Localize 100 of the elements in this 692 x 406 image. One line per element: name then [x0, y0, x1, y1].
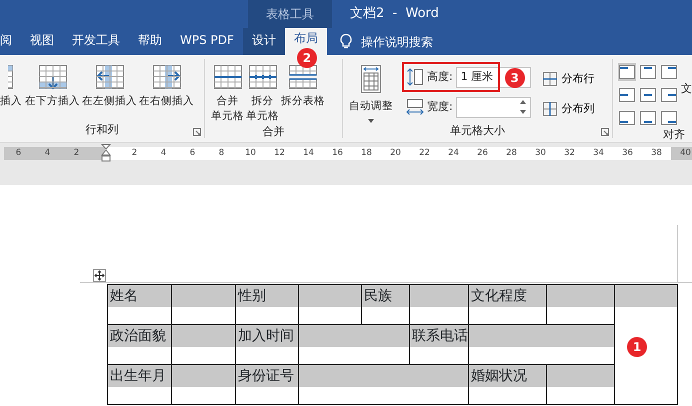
ruler-number: 2	[72, 147, 80, 160]
window-title: 文档2 - Word	[350, 5, 439, 24]
group-label: 合并	[262, 124, 286, 140]
align-icon	[619, 111, 635, 125]
lightbulb-icon[interactable]	[338, 33, 353, 49]
align-icon	[640, 88, 656, 102]
align-icon	[640, 111, 656, 125]
table-cell: 联系电话	[410, 325, 469, 365]
group-label: 单元格大小	[449, 123, 506, 139]
callout-badge: 1	[627, 337, 647, 357]
ruler-number: 10	[244, 147, 257, 160]
ruler-number: 30	[534, 147, 547, 160]
align-button[interactable]	[639, 63, 657, 81]
context-label: 表格工具	[248, 0, 332, 28]
ruler-number: 16	[331, 147, 344, 160]
ruler-number: 32	[563, 147, 576, 160]
dialog-launcher-icon[interactable]	[193, 128, 201, 136]
dialog-launcher-icon[interactable]	[601, 128, 609, 136]
ruler-number: 4	[44, 147, 52, 160]
align-button[interactable]	[660, 63, 678, 81]
callout-badge: 2	[296, 48, 317, 68]
split-cells-icon	[248, 64, 278, 90]
ruler-number: 24	[447, 147, 460, 160]
ribbon-button[interactable]: 插入	[0, 61, 24, 122]
group-label: 行和列	[84, 122, 120, 138]
table-cell: 婚姻状况	[469, 365, 547, 405]
ribbon-button[interactable]: 在下方插入	[24, 61, 81, 122]
ruler-number: 6	[14, 147, 22, 160]
spinner-icon[interactable]	[520, 99, 526, 115]
align-button[interactable]	[618, 109, 636, 127]
table-cell: 身份证号	[236, 365, 299, 405]
table-cell: 性别	[236, 285, 299, 325]
ribbon-tab[interactable]: 视图	[21, 28, 63, 55]
ribbon-button[interactable]: 在右侧插入	[138, 61, 195, 122]
align-button[interactable]	[639, 109, 657, 127]
align-button[interactable]	[639, 86, 657, 104]
ribbon-tab[interactable]: 开发工具	[63, 28, 129, 55]
ruler-number: 26	[476, 147, 489, 160]
ribbon-button[interactable]: 拆分 单元格	[245, 61, 280, 124]
align-icon	[619, 65, 635, 79]
table-cell: 政治面貌	[108, 325, 172, 365]
ruler-number: 20	[389, 147, 402, 160]
table-cell	[172, 325, 236, 365]
ribbon-button[interactable]: 分布列	[542, 95, 595, 123]
ruler-number: 18	[360, 147, 373, 160]
autofit-button[interactable]: 自动调整	[348, 61, 394, 123]
move-handle-icon[interactable]	[93, 269, 106, 282]
ribbon-button[interactable]: 分布行	[542, 65, 595, 93]
ruler-number: 6	[188, 147, 196, 160]
align-icon	[661, 111, 677, 125]
insert-right-icon	[152, 64, 182, 90]
ruler-number: 4	[160, 147, 168, 160]
insert-left-icon	[94, 64, 124, 90]
ribbon-tab[interactable]: 设计	[242, 28, 285, 55]
table-cell	[172, 365, 236, 405]
align-icon	[640, 65, 656, 79]
ruler-number: 12	[273, 147, 286, 160]
width-icon	[406, 98, 424, 116]
table-cell: 出生年月	[108, 365, 172, 405]
align-button[interactable]	[618, 86, 636, 104]
tell-me-search[interactable]: 操作说明搜索	[360, 28, 433, 55]
table-cell: 民族	[362, 285, 410, 325]
field-label: 高度:	[427, 68, 453, 85]
align-button[interactable]	[660, 86, 678, 104]
autofit-icon	[360, 64, 382, 94]
ruler-number: 34	[592, 147, 605, 160]
align-button[interactable]	[618, 63, 636, 81]
ruler-number: 14	[302, 147, 315, 160]
ruler-number: 2	[130, 147, 138, 160]
distribute-cols-icon	[542, 102, 557, 116]
height-field[interactable]: 1 厘米 3	[456, 66, 531, 88]
group-label: 对齐	[663, 127, 686, 142]
merge-cells-icon	[212, 64, 242, 90]
ribbon-button[interactable]: 合并 单元格	[210, 61, 245, 124]
ruler-number: 38	[650, 147, 663, 160]
ribbon-tab[interactable]: WPS PDF	[171, 28, 243, 55]
split-table-icon	[288, 64, 318, 90]
ruler-number: 36	[621, 147, 634, 160]
height-icon	[406, 68, 424, 86]
insert-below-icon	[38, 64, 68, 90]
ruler-number: 22	[418, 147, 431, 160]
group-label: 文	[681, 81, 692, 97]
field-label: 宽度:	[427, 98, 453, 115]
ruler-number: 8	[218, 147, 226, 160]
ribbon-button[interactable]: 在左侧插入	[81, 61, 138, 122]
distribute-rows-icon	[542, 72, 557, 86]
table-cell: 姓名	[108, 285, 172, 325]
align-icon	[661, 88, 677, 102]
ribbon-tab[interactable]: 帮助	[129, 28, 171, 55]
ruler-number: 28	[505, 147, 518, 160]
align-icon	[661, 65, 677, 79]
caret-icon	[368, 119, 374, 123]
align-icon	[619, 88, 635, 102]
align-button[interactable]	[660, 109, 678, 127]
ruler-number: 40	[679, 147, 692, 160]
width-field[interactable]	[456, 96, 531, 118]
ribbon-tab[interactable]: 阅	[0, 28, 21, 55]
callout-badge: 3	[504, 68, 525, 88]
table-cell: 文化程度	[469, 285, 547, 325]
table-cell: 加入时间	[236, 325, 299, 365]
